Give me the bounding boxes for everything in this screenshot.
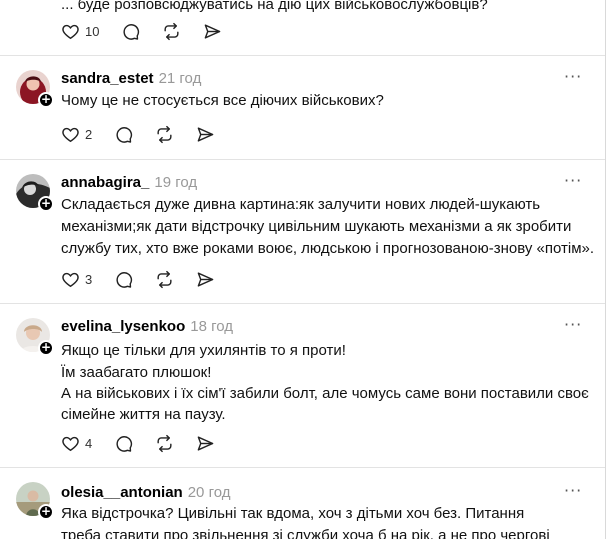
timestamp: 21 год	[158, 70, 202, 87]
thread-feed: ... буде розповсюджуватись на дію цих ві…	[0, 0, 606, 539]
like-count: 10	[85, 23, 100, 39]
post-text-line: сімейне життя на паузу.	[61, 406, 226, 423]
post-text-line: Чому це не стосується все діючих військо…	[61, 92, 384, 109]
post-actions: 10	[61, 20, 244, 42]
post-text-line: треба ставити про звільнення зі служби х…	[61, 527, 550, 539]
more-dots-icon[interactable]: ···	[564, 68, 582, 86]
heart-icon	[62, 24, 79, 39]
reply-button[interactable]	[114, 270, 133, 289]
like-count: 4	[85, 435, 93, 451]
plus-icon[interactable]: +	[38, 340, 54, 356]
post-text-line: Яка відстрочка? Цивільні так вдома, хоч …	[61, 505, 525, 522]
username[interactable]: annabagira_	[61, 174, 149, 191]
post-item: + sandra_estet 21 год ··· Чому це не стос…	[0, 56, 605, 159]
username[interactable]: olesia__antonian	[61, 484, 183, 501]
more-dots-icon[interactable]: ···	[564, 316, 582, 334]
comment-icon	[116, 126, 133, 143]
username[interactable]: evelina_lysenkoo	[61, 318, 185, 335]
share-button[interactable]	[196, 270, 215, 289]
reply-button[interactable]	[121, 22, 140, 41]
comment-icon	[116, 271, 133, 288]
repost-button[interactable]	[162, 22, 181, 41]
post-item: + evelina_lysenkoo 18 год ··· Якщо це тіл…	[0, 304, 605, 467]
plus-icon[interactable]: +	[38, 196, 54, 212]
share-button[interactable]	[196, 434, 215, 453]
post-text-line: ... буде розповсюджуватись на дію цих ві…	[61, 0, 488, 13]
post-text-line: Складається дуже дивна картина:як залучи…	[61, 196, 541, 213]
like-button[interactable]: 3	[61, 270, 92, 289]
repost-button[interactable]	[155, 434, 174, 453]
repost-button[interactable]	[155, 125, 174, 144]
repost-icon	[157, 270, 172, 288]
reply-button[interactable]	[114, 434, 133, 453]
post-item: + olesia__antonian 20 год ··· Яка відстро…	[0, 468, 605, 539]
username[interactable]: sandra_estet	[61, 70, 154, 87]
reply-button[interactable]	[114, 125, 133, 144]
post-text-line: службу тих, хто вже роками воює, людсько…	[61, 240, 595, 257]
send-icon	[197, 126, 214, 142]
post-text-line: механізми;як дати відстрочку цивільним ш…	[61, 218, 572, 235]
post-actions: 3	[61, 268, 237, 290]
share-button[interactable]	[196, 125, 215, 144]
avatar[interactable]: +	[16, 482, 54, 520]
post-meta: annabagira_ 19 год	[61, 174, 197, 192]
avatar[interactable]: +	[16, 70, 54, 108]
send-icon	[205, 23, 221, 39]
repost-button[interactable]	[155, 270, 174, 289]
avatar[interactable]: +	[16, 318, 54, 356]
repost-icon	[164, 22, 180, 40]
comment-icon	[116, 435, 133, 452]
repost-icon	[157, 125, 172, 143]
comment-icon	[123, 23, 140, 40]
plus-icon[interactable]: +	[38, 92, 54, 108]
post-actions: 2	[61, 123, 237, 145]
repost-icon	[157, 434, 172, 452]
post-meta: evelina_lysenkoo 18 год	[61, 318, 233, 336]
heart-icon	[62, 436, 79, 451]
timestamp: 19 год	[154, 174, 198, 191]
heart-icon	[62, 127, 79, 142]
more-dots-icon[interactable]: ···	[564, 482, 582, 500]
share-button[interactable]	[203, 22, 222, 41]
post-text-line: Якщо це тільки для ухилянтів то я проти!	[61, 342, 346, 359]
post-text-line: А на військових і їх сім'ї забили болт, …	[61, 385, 589, 402]
post-meta: sandra_estet 21 год	[61, 70, 201, 88]
like-button[interactable]: 4	[61, 434, 92, 453]
post-partial-top: ... буде розповсюджуватись на дію цих ві…	[0, 0, 605, 56]
plus-icon[interactable]: +	[38, 504, 54, 520]
timestamp: 18 год	[190, 318, 233, 335]
post-meta: olesia__antonian 20 год	[61, 484, 230, 502]
like-button[interactable]: 2	[61, 125, 92, 144]
post-text-line: Їм заабагато плюшок!	[61, 364, 212, 381]
avatar[interactable]: +	[16, 174, 54, 212]
send-icon	[197, 435, 214, 451]
like-count: 2	[85, 126, 93, 142]
send-icon	[197, 271, 214, 287]
timestamp: 20 год	[187, 484, 231, 501]
post-actions: 4	[61, 432, 237, 454]
heart-icon	[62, 272, 79, 287]
like-button[interactable]: 10	[61, 22, 99, 41]
more-dots-icon[interactable]: ···	[564, 172, 582, 190]
like-count: 3	[85, 271, 93, 287]
post-item: + annabagira_ 19 год ··· Складається дуже…	[0, 160, 605, 303]
